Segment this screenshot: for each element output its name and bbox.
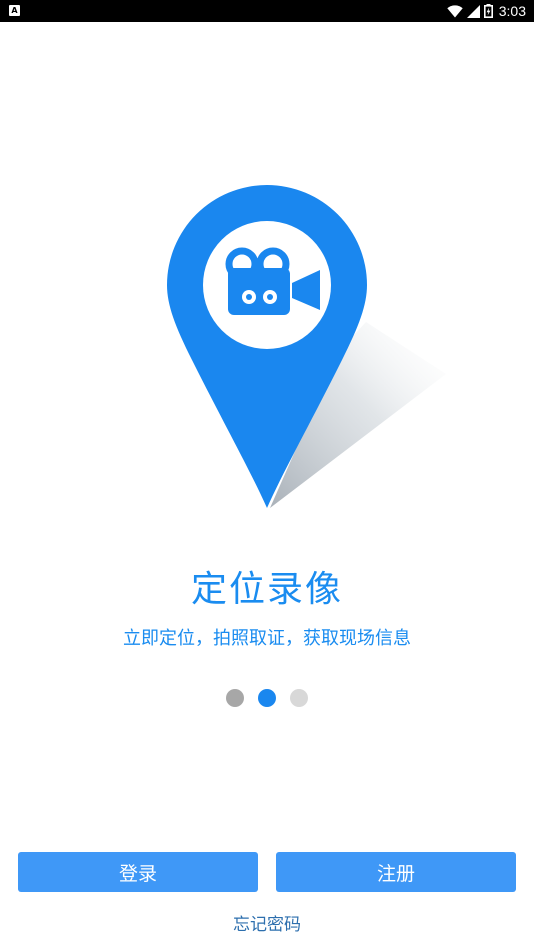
page-indicator — [0, 689, 534, 709]
onboarding-subtitle: 立即定位，拍照取证，获取现场信息 — [123, 628, 411, 649]
register-button[interactable]: 注册 — [276, 852, 516, 892]
location-pin-video-camera-icon — [167, 185, 446, 508]
onboarding-title: 定位录像 — [190, 569, 343, 610]
forgot-password-link[interactable]: 忘记密码 — [0, 910, 534, 935]
login-button[interactable]: 登录 — [18, 852, 258, 892]
page-dot-1[interactable] — [226, 689, 244, 707]
page-dot-3[interactable] — [290, 689, 308, 707]
page-dot-2-active[interactable] — [258, 689, 276, 707]
